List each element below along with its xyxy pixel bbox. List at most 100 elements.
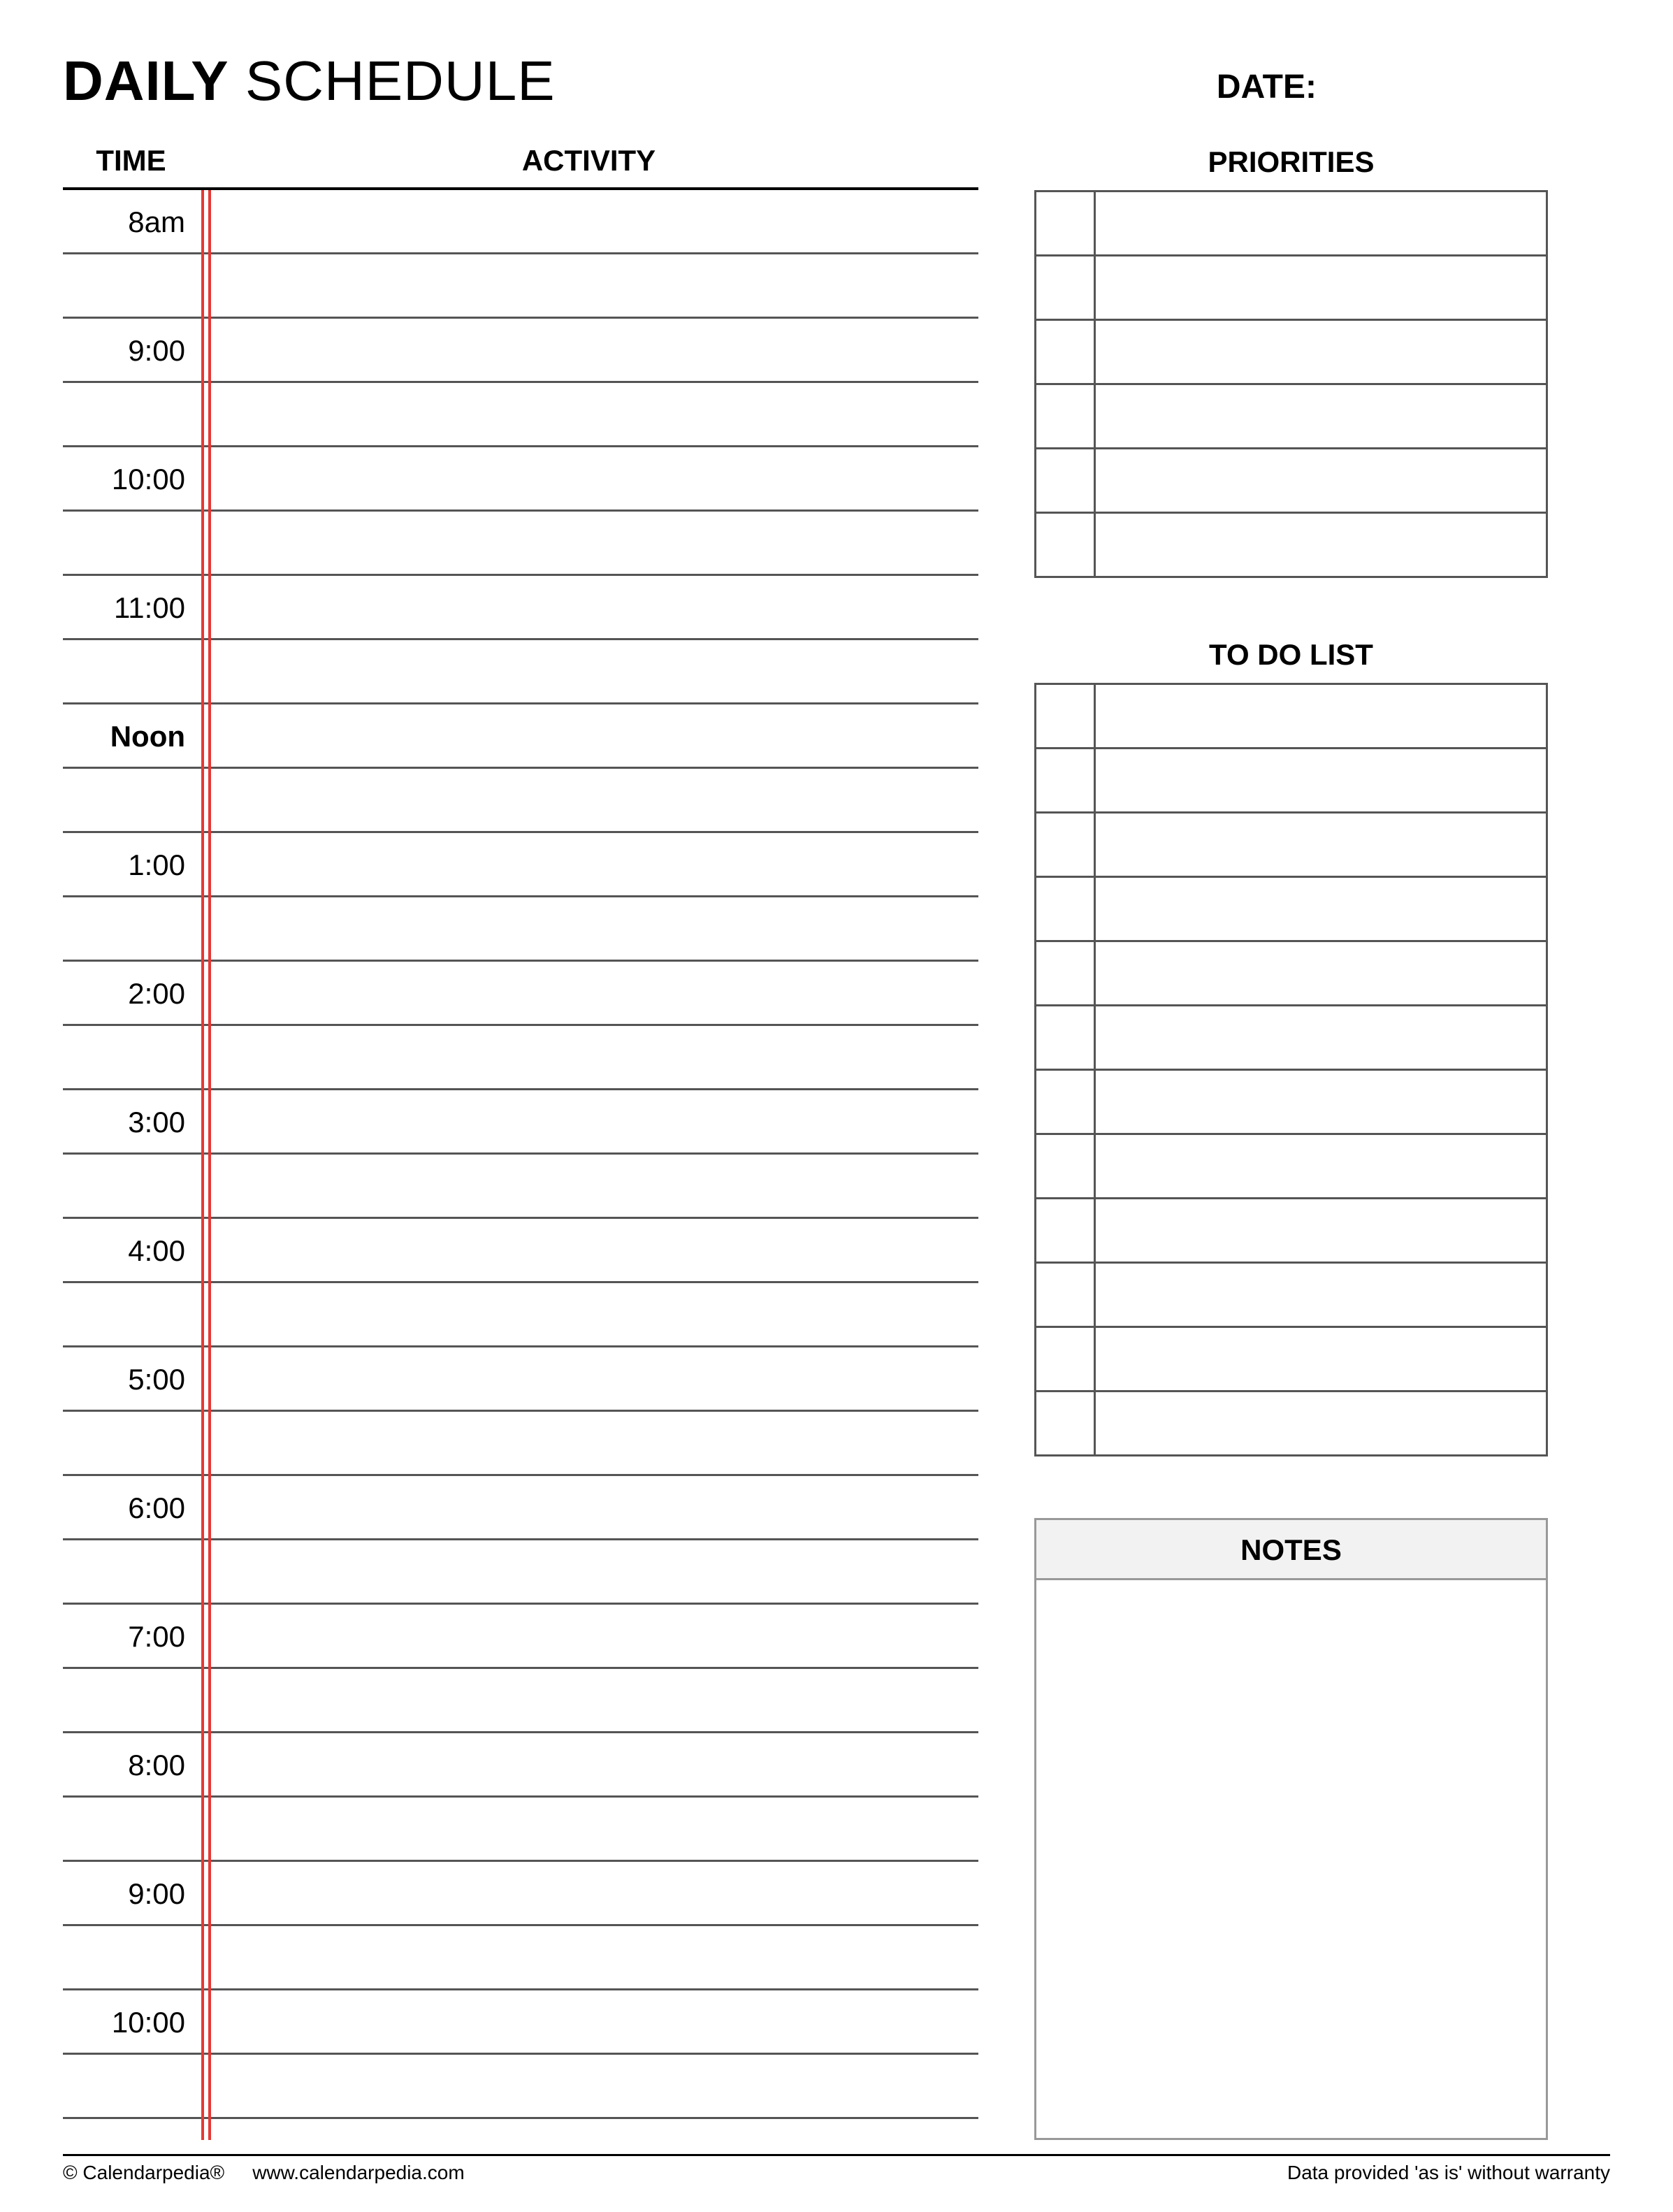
time-cell: Noon (63, 704, 199, 767)
schedule-row: 4:00 (63, 1219, 978, 1283)
notes-body[interactable] (1036, 1580, 1546, 2138)
todo-text[interactable] (1096, 1199, 1546, 1262)
activity-cell[interactable] (199, 447, 978, 509)
activity-cell[interactable] (199, 1283, 978, 1345)
activity-cell[interactable] (199, 640, 978, 702)
time-cell: 11:00 (63, 576, 199, 638)
time-cell (63, 897, 199, 960)
activity-cell[interactable] (199, 512, 978, 574)
activity-cell[interactable] (199, 833, 978, 895)
activity-cell[interactable] (199, 1990, 978, 2053)
todo-text[interactable] (1096, 878, 1546, 940)
activity-cell[interactable] (199, 1798, 978, 1860)
priorities-title: PRIORITIES (1034, 134, 1548, 190)
todo-checkbox[interactable] (1036, 1135, 1096, 1197)
activity-cell[interactable] (199, 1862, 978, 1924)
priority-text[interactable] (1096, 192, 1546, 254)
activity-cell[interactable] (199, 2055, 978, 2117)
priority-checkbox[interactable] (1036, 192, 1096, 254)
todo-checkbox[interactable] (1036, 1071, 1096, 1133)
activity-cell[interactable] (199, 962, 978, 1024)
todo-text[interactable] (1096, 1264, 1546, 1326)
schedule-section: TIME ACTIVITY 8am9:0010:0011:00Noon1:002… (63, 134, 978, 2140)
todo-row (1036, 942, 1546, 1006)
todo-checkbox[interactable] (1036, 749, 1096, 811)
todo-row (1036, 685, 1546, 749)
todo-checkbox[interactable] (1036, 1264, 1096, 1326)
activity-cell[interactable] (199, 1605, 978, 1667)
todo-checkbox[interactable] (1036, 1006, 1096, 1069)
time-cell (63, 1026, 199, 1088)
todo-checkbox[interactable] (1036, 685, 1096, 747)
activity-cell[interactable] (199, 576, 978, 638)
priority-text[interactable] (1096, 385, 1546, 447)
activity-cell[interactable] (199, 1412, 978, 1474)
todo-checkbox[interactable] (1036, 878, 1096, 940)
schedule-row: 2:00 (63, 962, 978, 1026)
time-cell: 5:00 (63, 1347, 199, 1410)
todo-checkbox[interactable] (1036, 942, 1096, 1004)
priority-checkbox[interactable] (1036, 385, 1096, 447)
activity-cell[interactable] (199, 383, 978, 445)
todo-checkbox[interactable] (1036, 814, 1096, 876)
activity-header: ACTIVITY (199, 144, 978, 178)
schedule-row: 6:00 (63, 1476, 978, 1540)
todo-table (1034, 683, 1548, 1456)
schedule-row (63, 1412, 978, 1476)
todo-text[interactable] (1096, 685, 1546, 747)
activity-cell[interactable] (199, 319, 978, 381)
time-cell: 6:00 (63, 1476, 199, 1538)
priority-row (1036, 256, 1546, 321)
priority-text[interactable] (1096, 256, 1546, 319)
activity-cell[interactable] (199, 1926, 978, 1988)
priority-row (1036, 192, 1546, 256)
schedule-row: 10:00 (63, 1990, 978, 2055)
priority-checkbox[interactable] (1036, 514, 1096, 576)
todo-row (1036, 814, 1546, 878)
notes-title: NOTES (1036, 1520, 1546, 1580)
todo-text[interactable] (1096, 1135, 1546, 1197)
priority-row (1036, 385, 1546, 449)
priority-text[interactable] (1096, 321, 1546, 383)
todo-checkbox[interactable] (1036, 1328, 1096, 1390)
priority-checkbox[interactable] (1036, 321, 1096, 383)
todo-checkbox[interactable] (1036, 1392, 1096, 1454)
footer-url: www.calendarpedia.com (252, 2162, 465, 2184)
todo-row (1036, 1264, 1546, 1328)
todo-text[interactable] (1096, 942, 1546, 1004)
activity-cell[interactable] (199, 769, 978, 831)
activity-cell[interactable] (199, 1090, 978, 1152)
todo-row (1036, 1328, 1546, 1392)
todo-text[interactable] (1096, 749, 1546, 811)
activity-cell[interactable] (199, 1155, 978, 1217)
priority-text[interactable] (1096, 449, 1546, 512)
activity-cell[interactable] (199, 897, 978, 960)
activity-cell[interactable] (199, 254, 978, 317)
todo-text[interactable] (1096, 814, 1546, 876)
todo-text[interactable] (1096, 1328, 1546, 1390)
time-cell (63, 769, 199, 831)
todo-checkbox[interactable] (1036, 1199, 1096, 1262)
time-cell (63, 1926, 199, 1988)
priority-text[interactable] (1096, 514, 1546, 576)
time-cell (63, 512, 199, 574)
todo-text[interactable] (1096, 1071, 1546, 1133)
activity-cell[interactable] (199, 704, 978, 767)
priority-checkbox[interactable] (1036, 449, 1096, 512)
activity-cell[interactable] (199, 1219, 978, 1281)
todo-text[interactable] (1096, 1392, 1546, 1454)
time-cell: 8am (63, 190, 199, 252)
activity-cell[interactable] (199, 1669, 978, 1731)
footer-disclaimer: Data provided 'as is' without warranty (1287, 2162, 1610, 2184)
time-cell (63, 1283, 199, 1345)
activity-cell[interactable] (199, 1347, 978, 1410)
activity-cell[interactable] (199, 1476, 978, 1538)
activity-cell[interactable] (199, 190, 978, 252)
activity-cell[interactable] (199, 1733, 978, 1795)
todo-text[interactable] (1096, 1006, 1546, 1069)
priority-checkbox[interactable] (1036, 256, 1096, 319)
title-bold: DAILY (63, 50, 229, 112)
activity-cell[interactable] (199, 1026, 978, 1088)
activity-cell[interactable] (199, 1540, 978, 1603)
time-cell: 9:00 (63, 319, 199, 381)
